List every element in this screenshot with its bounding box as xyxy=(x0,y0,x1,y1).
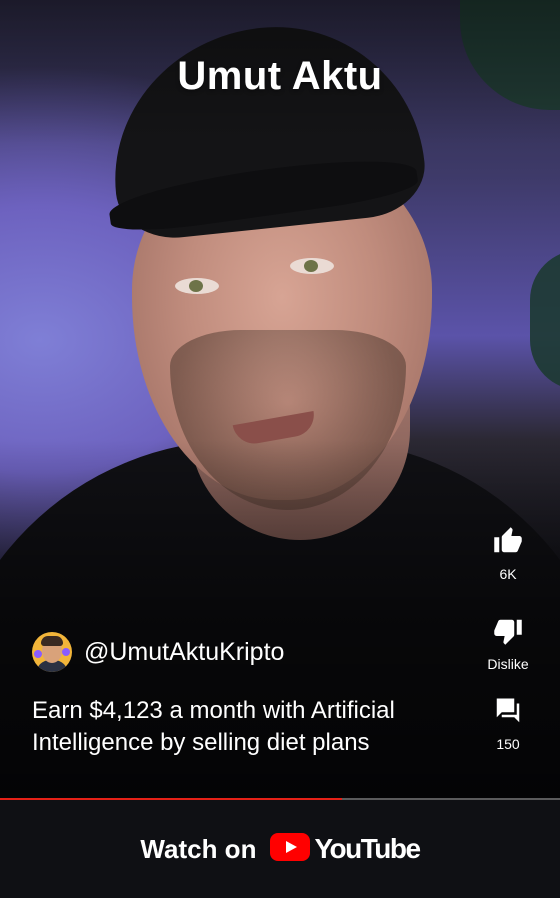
comment-count: 150 xyxy=(496,736,520,752)
video-frame[interactable] xyxy=(0,0,560,800)
watch-on-youtube-bar[interactable]: Watch on YouTube xyxy=(0,800,560,898)
watch-on-label: Watch on xyxy=(140,833,257,864)
like-button[interactable]: 6K xyxy=(478,526,538,582)
thumbs-down-icon xyxy=(478,616,538,646)
video-description: Earn $4,123 a month with Artificial Inte… xyxy=(32,697,395,756)
channel-avatar[interactable] xyxy=(32,632,72,672)
channel-info[interactable]: @UmutAktuKripto xyxy=(32,632,284,672)
overlay-title: Umut Aktu xyxy=(177,54,383,98)
dislike-button[interactable]: Dislike xyxy=(478,616,538,672)
comments-icon xyxy=(478,696,538,726)
channel-handle[interactable]: @UmutAktuKripto xyxy=(84,638,284,667)
like-count: 6K xyxy=(499,566,517,582)
dislike-label: Dislike xyxy=(487,656,529,672)
comments-button[interactable]: 150 xyxy=(478,696,538,752)
thumbs-up-icon xyxy=(478,526,538,556)
youtube-logo[interactable]: YouTube xyxy=(270,832,421,866)
youtube-wordmark: YouTube xyxy=(314,833,421,864)
youtube-play-icon xyxy=(270,832,311,866)
video-gradient-overlay xyxy=(0,0,560,800)
